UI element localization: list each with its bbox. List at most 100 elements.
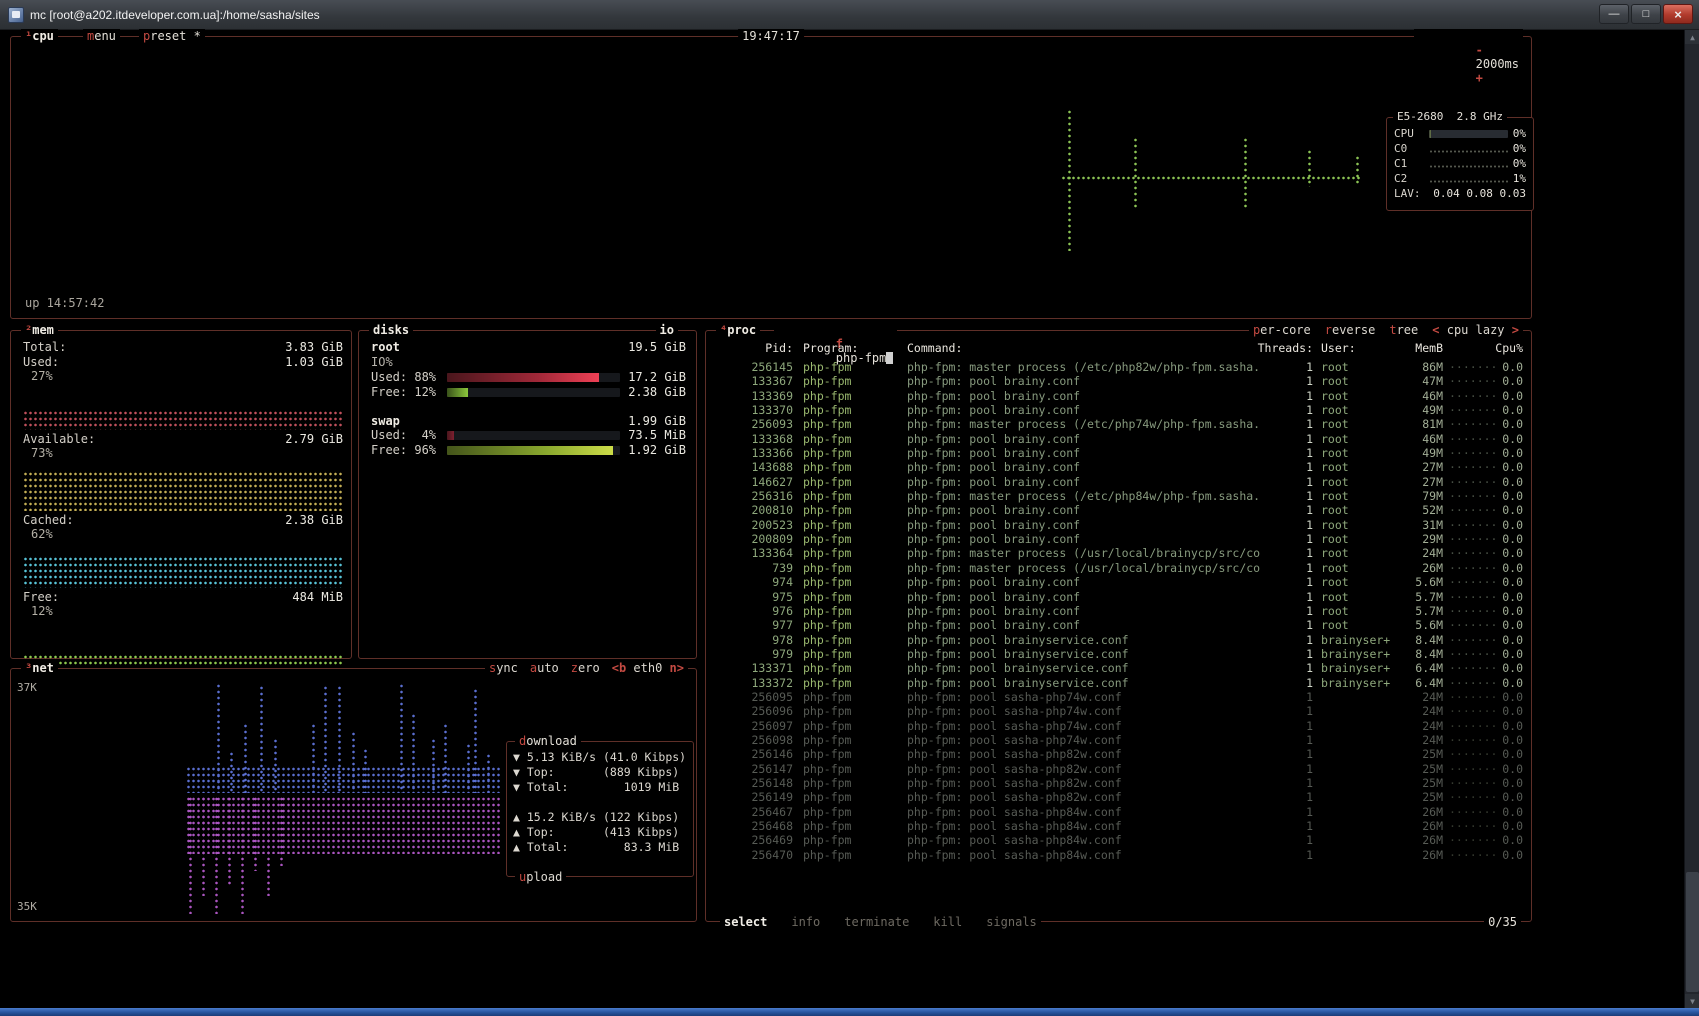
process-row[interactable]: 200810 php-fpm php-fpm: pool brainy.conf… (707, 503, 1530, 517)
process-row[interactable]: 975 php-fpm php-fpm: pool brainy.conf 1 … (707, 590, 1530, 604)
process-cpu: 0.0 (1489, 561, 1523, 575)
process-row[interactable]: 143688 php-fpm php-fpm: pool brainy.conf… (707, 460, 1530, 474)
process-row[interactable]: 256096 php-fpm php-fpm: pool sasha-php74… (707, 704, 1530, 718)
iface-prev-button[interactable]: <b (612, 661, 626, 675)
close-button[interactable]: × (1663, 4, 1693, 24)
process-cpu: 0.0 (1489, 432, 1523, 446)
process-cpu: 0.0 (1489, 805, 1523, 819)
process-row[interactable]: 256097 php-fpm php-fpm: pool sasha-php74… (707, 719, 1530, 733)
process-program: php-fpm (793, 460, 893, 474)
process-row[interactable]: 256093 php-fpm php-fpm: master process (… (707, 417, 1530, 431)
process-row[interactable]: 133371 php-fpm php-fpm: pool brainyservi… (707, 661, 1530, 675)
process-user: root (1313, 503, 1393, 517)
process-threads: 1 (1253, 432, 1313, 446)
net-zero-toggle[interactable]: zero (571, 661, 600, 675)
process-program: php-fpm (793, 546, 893, 560)
process-row[interactable]: 133364 php-fpm php-fpm: master process (… (707, 546, 1530, 560)
process-row[interactable]: 256470 php-fpm php-fpm: pool sasha-php84… (707, 848, 1530, 862)
terminate-action[interactable]: terminate (844, 915, 909, 929)
iface-next-button[interactable]: n> (670, 661, 684, 675)
process-mem: 5.7M (1393, 590, 1443, 604)
header-user: User: (1313, 341, 1393, 355)
process-cpu: 0.0 (1489, 733, 1523, 747)
process-row[interactable]: 256467 php-fpm php-fpm: pool sasha-php84… (707, 805, 1530, 819)
maximize-button[interactable]: □ (1631, 4, 1661, 24)
process-row[interactable]: 256316 php-fpm php-fpm: master process (… (707, 489, 1530, 503)
scroll-down-arrow-icon[interactable]: ▼ (1685, 994, 1699, 1008)
proc-options: per-core reverse tree < cpu lazy > (1249, 323, 1523, 337)
process-pid: 200809 (715, 532, 793, 546)
process-cpu: 0.0 (1489, 647, 1523, 661)
process-row[interactable]: 133369 php-fpm php-fpm: pool brainy.conf… (707, 389, 1530, 403)
sort-prev-button[interactable]: < (1432, 323, 1439, 337)
net-sync-toggle[interactable]: sync (489, 661, 518, 675)
net-auto-toggle[interactable]: auto (530, 661, 559, 675)
process-pid: 974 (715, 575, 793, 589)
process-row[interactable]: 256468 php-fpm php-fpm: pool sasha-php84… (707, 819, 1530, 833)
process-program: php-fpm (793, 604, 893, 618)
process-row[interactable]: 133372 php-fpm php-fpm: pool brainyservi… (707, 676, 1530, 690)
menu-button[interactable]: menu (83, 29, 120, 43)
process-row[interactable]: 256145 php-fpm php-fpm: master process (… (707, 360, 1530, 374)
disk-swap-used-bar: Used: 4% 73.5 MiB (371, 428, 686, 443)
process-row[interactable]: 133367 php-fpm php-fpm: pool brainy.conf… (707, 374, 1530, 388)
cpu-total-row: CPU 0% (1394, 126, 1526, 141)
process-row[interactable]: 739 php-fpm php-fpm: master process (/us… (707, 561, 1530, 575)
scroll-up-arrow-icon[interactable]: ▲ (1685, 30, 1699, 44)
process-program: php-fpm (793, 518, 893, 532)
process-row[interactable]: 200523 php-fpm php-fpm: pool brainy.conf… (707, 518, 1530, 532)
process-program: php-fpm (793, 733, 893, 747)
process-mem-graph: ······· (1443, 446, 1489, 460)
sort-field: cpu lazy (1447, 323, 1505, 337)
preset-button[interactable]: preset * (139, 29, 205, 43)
process-counter: 0/35 (1484, 915, 1521, 929)
interval-increase-button[interactable]: + (1476, 71, 1483, 85)
interval-decrease-button[interactable]: - (1476, 43, 1483, 57)
process-row[interactable]: 256095 php-fpm php-fpm: pool sasha-php74… (707, 690, 1530, 704)
mem-free-row: Free:484 MiB (23, 590, 343, 605)
process-mem: 24M (1393, 733, 1443, 747)
tree-toggle[interactable]: tree (1389, 323, 1418, 337)
disks-io-title[interactable]: io (656, 323, 678, 337)
process-cpu: 0.0 (1489, 590, 1523, 604)
process-row[interactable]: 978 php-fpm php-fpm: pool brainyservice.… (707, 633, 1530, 647)
process-row[interactable]: 146627 php-fpm php-fpm: pool brainy.conf… (707, 475, 1530, 489)
process-program: php-fpm (793, 489, 893, 503)
process-pid: 256148 (715, 776, 793, 790)
kill-action[interactable]: kill (933, 915, 962, 929)
process-row[interactable]: 256098 php-fpm php-fpm: pool sasha-php74… (707, 733, 1530, 747)
info-action[interactable]: info (791, 915, 820, 929)
process-row[interactable]: 974 php-fpm php-fpm: pool brainy.conf 1 … (707, 575, 1530, 589)
process-row[interactable]: 133370 php-fpm php-fpm: pool brainy.conf… (707, 403, 1530, 417)
process-row[interactable]: 977 php-fpm php-fpm: pool brainy.conf 1 … (707, 618, 1530, 632)
process-row[interactable]: 256149 php-fpm php-fpm: pool sasha-php82… (707, 790, 1530, 804)
process-row[interactable]: 200809 php-fpm php-fpm: pool brainy.conf… (707, 532, 1530, 546)
mem-free-graph (23, 621, 343, 667)
process-row[interactable]: 256148 php-fpm php-fpm: pool sasha-php82… (707, 776, 1530, 790)
select-action[interactable]: select (724, 915, 767, 929)
process-threads: 1 (1253, 733, 1313, 747)
minimize-button[interactable]: — (1599, 4, 1629, 24)
reverse-toggle[interactable]: reverse (1325, 323, 1376, 337)
signals-action[interactable]: signals (986, 915, 1037, 929)
scrollbar-thumb[interactable] (1686, 872, 1699, 992)
sort-next-button[interactable]: > (1512, 323, 1519, 337)
header-pid: Pid: (715, 341, 793, 355)
process-cpu: 0.0 (1489, 360, 1523, 374)
process-row[interactable]: 979 php-fpm php-fpm: pool brainyservice.… (707, 647, 1530, 661)
process-row[interactable]: 133366 php-fpm php-fpm: pool brainy.conf… (707, 446, 1530, 460)
process-row[interactable]: 256147 php-fpm php-fpm: pool sasha-php82… (707, 762, 1530, 776)
process-threads: 1 (1253, 647, 1313, 661)
process-mem-graph: ······· (1443, 604, 1489, 618)
process-row[interactable]: 256469 php-fpm php-fpm: pool sasha-php84… (707, 833, 1530, 847)
window-icon[interactable] (8, 7, 24, 23)
process-mem: 25M (1393, 747, 1443, 761)
titlebar[interactable]: mc [root@a202.itdeveloper.com.ua]:/home/… (0, 0, 1699, 30)
process-mem: 46M (1393, 389, 1443, 403)
scrollbar[interactable]: ▲ ▼ (1684, 30, 1699, 1008)
process-row[interactable]: 256146 php-fpm php-fpm: pool sasha-php82… (707, 747, 1530, 761)
process-row[interactable]: 976 php-fpm php-fpm: pool brainy.conf 1 … (707, 604, 1530, 618)
process-row[interactable]: 133368 php-fpm php-fpm: pool brainy.conf… (707, 432, 1530, 446)
process-cpu: 0.0 (1489, 460, 1523, 474)
per-core-toggle[interactable]: per-core (1253, 323, 1311, 337)
